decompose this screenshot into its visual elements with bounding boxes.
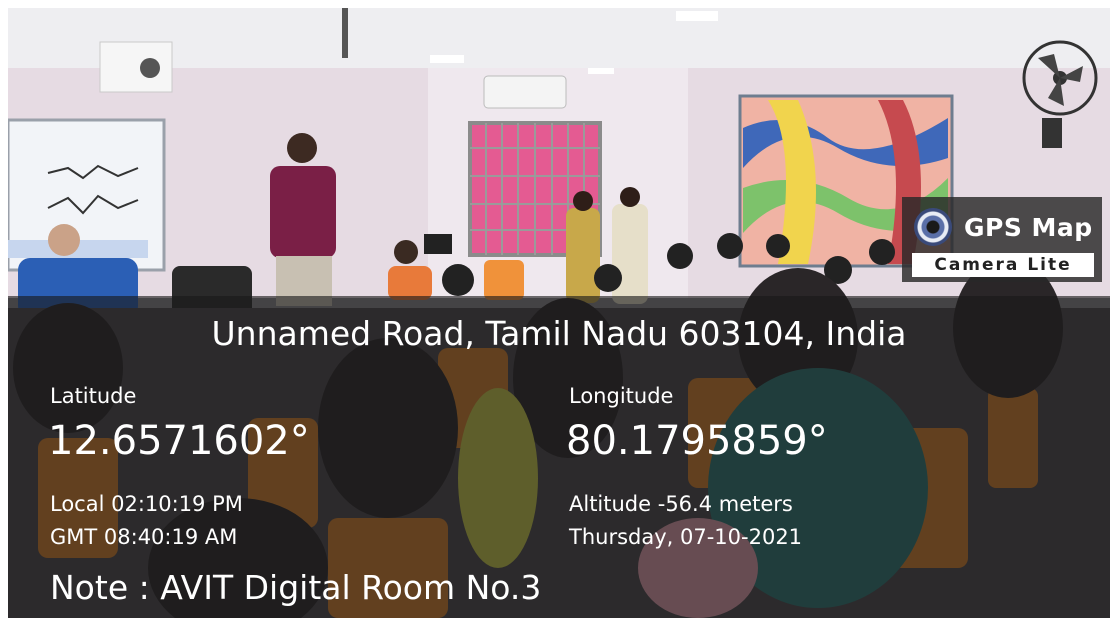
date: Thursday, 07-10-2021 [569,525,803,549]
altitude: Altitude -56.4 meters [569,492,793,516]
badge-header: GPS Map [914,207,1093,247]
gmt-time: GMT 08:40:19 AM [50,525,238,549]
badge-title: GPS Map [964,212,1093,242]
latitude-label: Latitude [50,384,137,408]
longitude-label: Longitude [569,384,674,408]
badge-subtitle: Camera Lite [912,253,1094,277]
longitude-value: 80.1795859° [566,418,828,464]
local-time: Local 02:10:19 PM [50,492,243,516]
gps-camera-badge: GPS Map Camera Lite [902,197,1102,282]
latitude-value: 12.6571602° [48,418,310,464]
address-text: Unnamed Road, Tamil Nadu 603104, India [211,314,907,353]
location-info-panel: Unnamed Road, Tamil Nadu 603104, India L… [8,296,1110,618]
map-pin-camera-icon [914,208,952,246]
note-text: Note : AVIT Digital Room No.3 [50,568,542,607]
